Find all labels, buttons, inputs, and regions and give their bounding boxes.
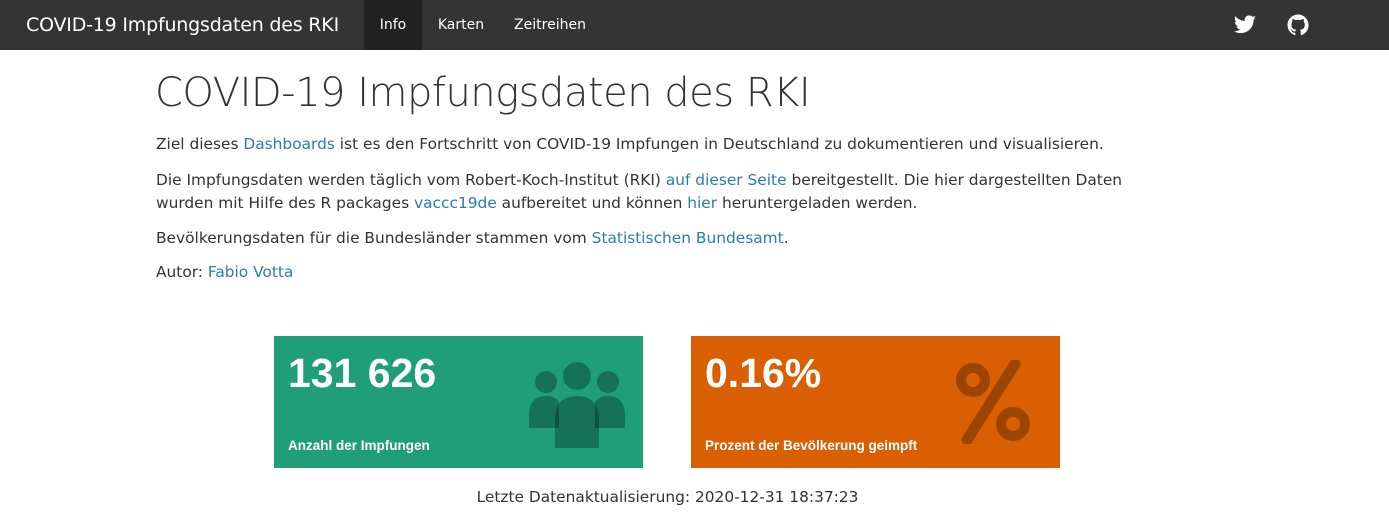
intro-paragraph: Ziel dieses Dashboards ist es den Fortsc… (156, 133, 1156, 156)
population-text-2: . (783, 229, 789, 247)
intro-text-2: ist es den Fortschritt von COVID-19 Impf… (334, 135, 1104, 153)
twitter-icon[interactable] (1233, 13, 1257, 37)
source-text-1: Die Impfungsdaten werden täglich vom Rob… (156, 171, 666, 189)
percent-value: 0.16% (705, 350, 822, 396)
percent-caption: Prozent der Bevölkerung geimpft (705, 438, 918, 453)
data-source-paragraph: Die Impfungsdaten werden täglich vom Rob… (156, 169, 1156, 215)
vaccinations-caption: Anzahl der Impfungen (288, 438, 430, 453)
last-update-text: Letzte Datenaktualisierung: 2020-12-31 1… (476, 488, 859, 506)
author-paragraph: Autor: Fabio Votta (156, 261, 1156, 284)
tab-info[interactable]: Info (364, 0, 422, 50)
github-icon[interactable] (1286, 13, 1310, 37)
navbar-brand[interactable]: COVID-19 Impfungsdaten des RKI (26, 0, 339, 50)
source-text-3: aufbereitet und können (496, 194, 688, 212)
source-text-4: heruntergeladen werden. (717, 194, 918, 212)
tab-karten[interactable]: Karten (422, 0, 500, 50)
users-icon (529, 362, 625, 448)
vaccc19de-link[interactable]: vaccc19de (414, 194, 497, 212)
page-title: COVID-19 Impfungsdaten des RKI (155, 70, 811, 116)
vaccinations-valuebox: 131 626 Anzahl der Impfungen (274, 336, 643, 468)
destatis-link[interactable]: Statistischen Bundesamt (592, 229, 784, 247)
vaccinations-value: 131 626 (288, 350, 437, 396)
percent-icon (956, 360, 1030, 444)
dashboards-link[interactable]: Dashboards (243, 135, 335, 153)
author-link[interactable]: Fabio Votta (208, 263, 293, 281)
author-label: Autor: (156, 263, 208, 281)
navbar: COVID-19 Impfungsdaten des RKI Info Kart… (0, 0, 1389, 50)
intro-text-1: Ziel dieses (156, 135, 244, 153)
population-text-1: Bevölkerungsdaten für die Bundesländer s… (156, 229, 592, 247)
download-link[interactable]: hier (687, 194, 717, 212)
tab-zeitreihen[interactable]: Zeitreihen (500, 0, 600, 50)
population-paragraph: Bevölkerungsdaten für die Bundesländer s… (156, 227, 1156, 250)
percent-valuebox: 0.16% Prozent der Bevölkerung geimpft (691, 336, 1060, 468)
rki-page-link[interactable]: auf dieser Seite (666, 171, 787, 189)
